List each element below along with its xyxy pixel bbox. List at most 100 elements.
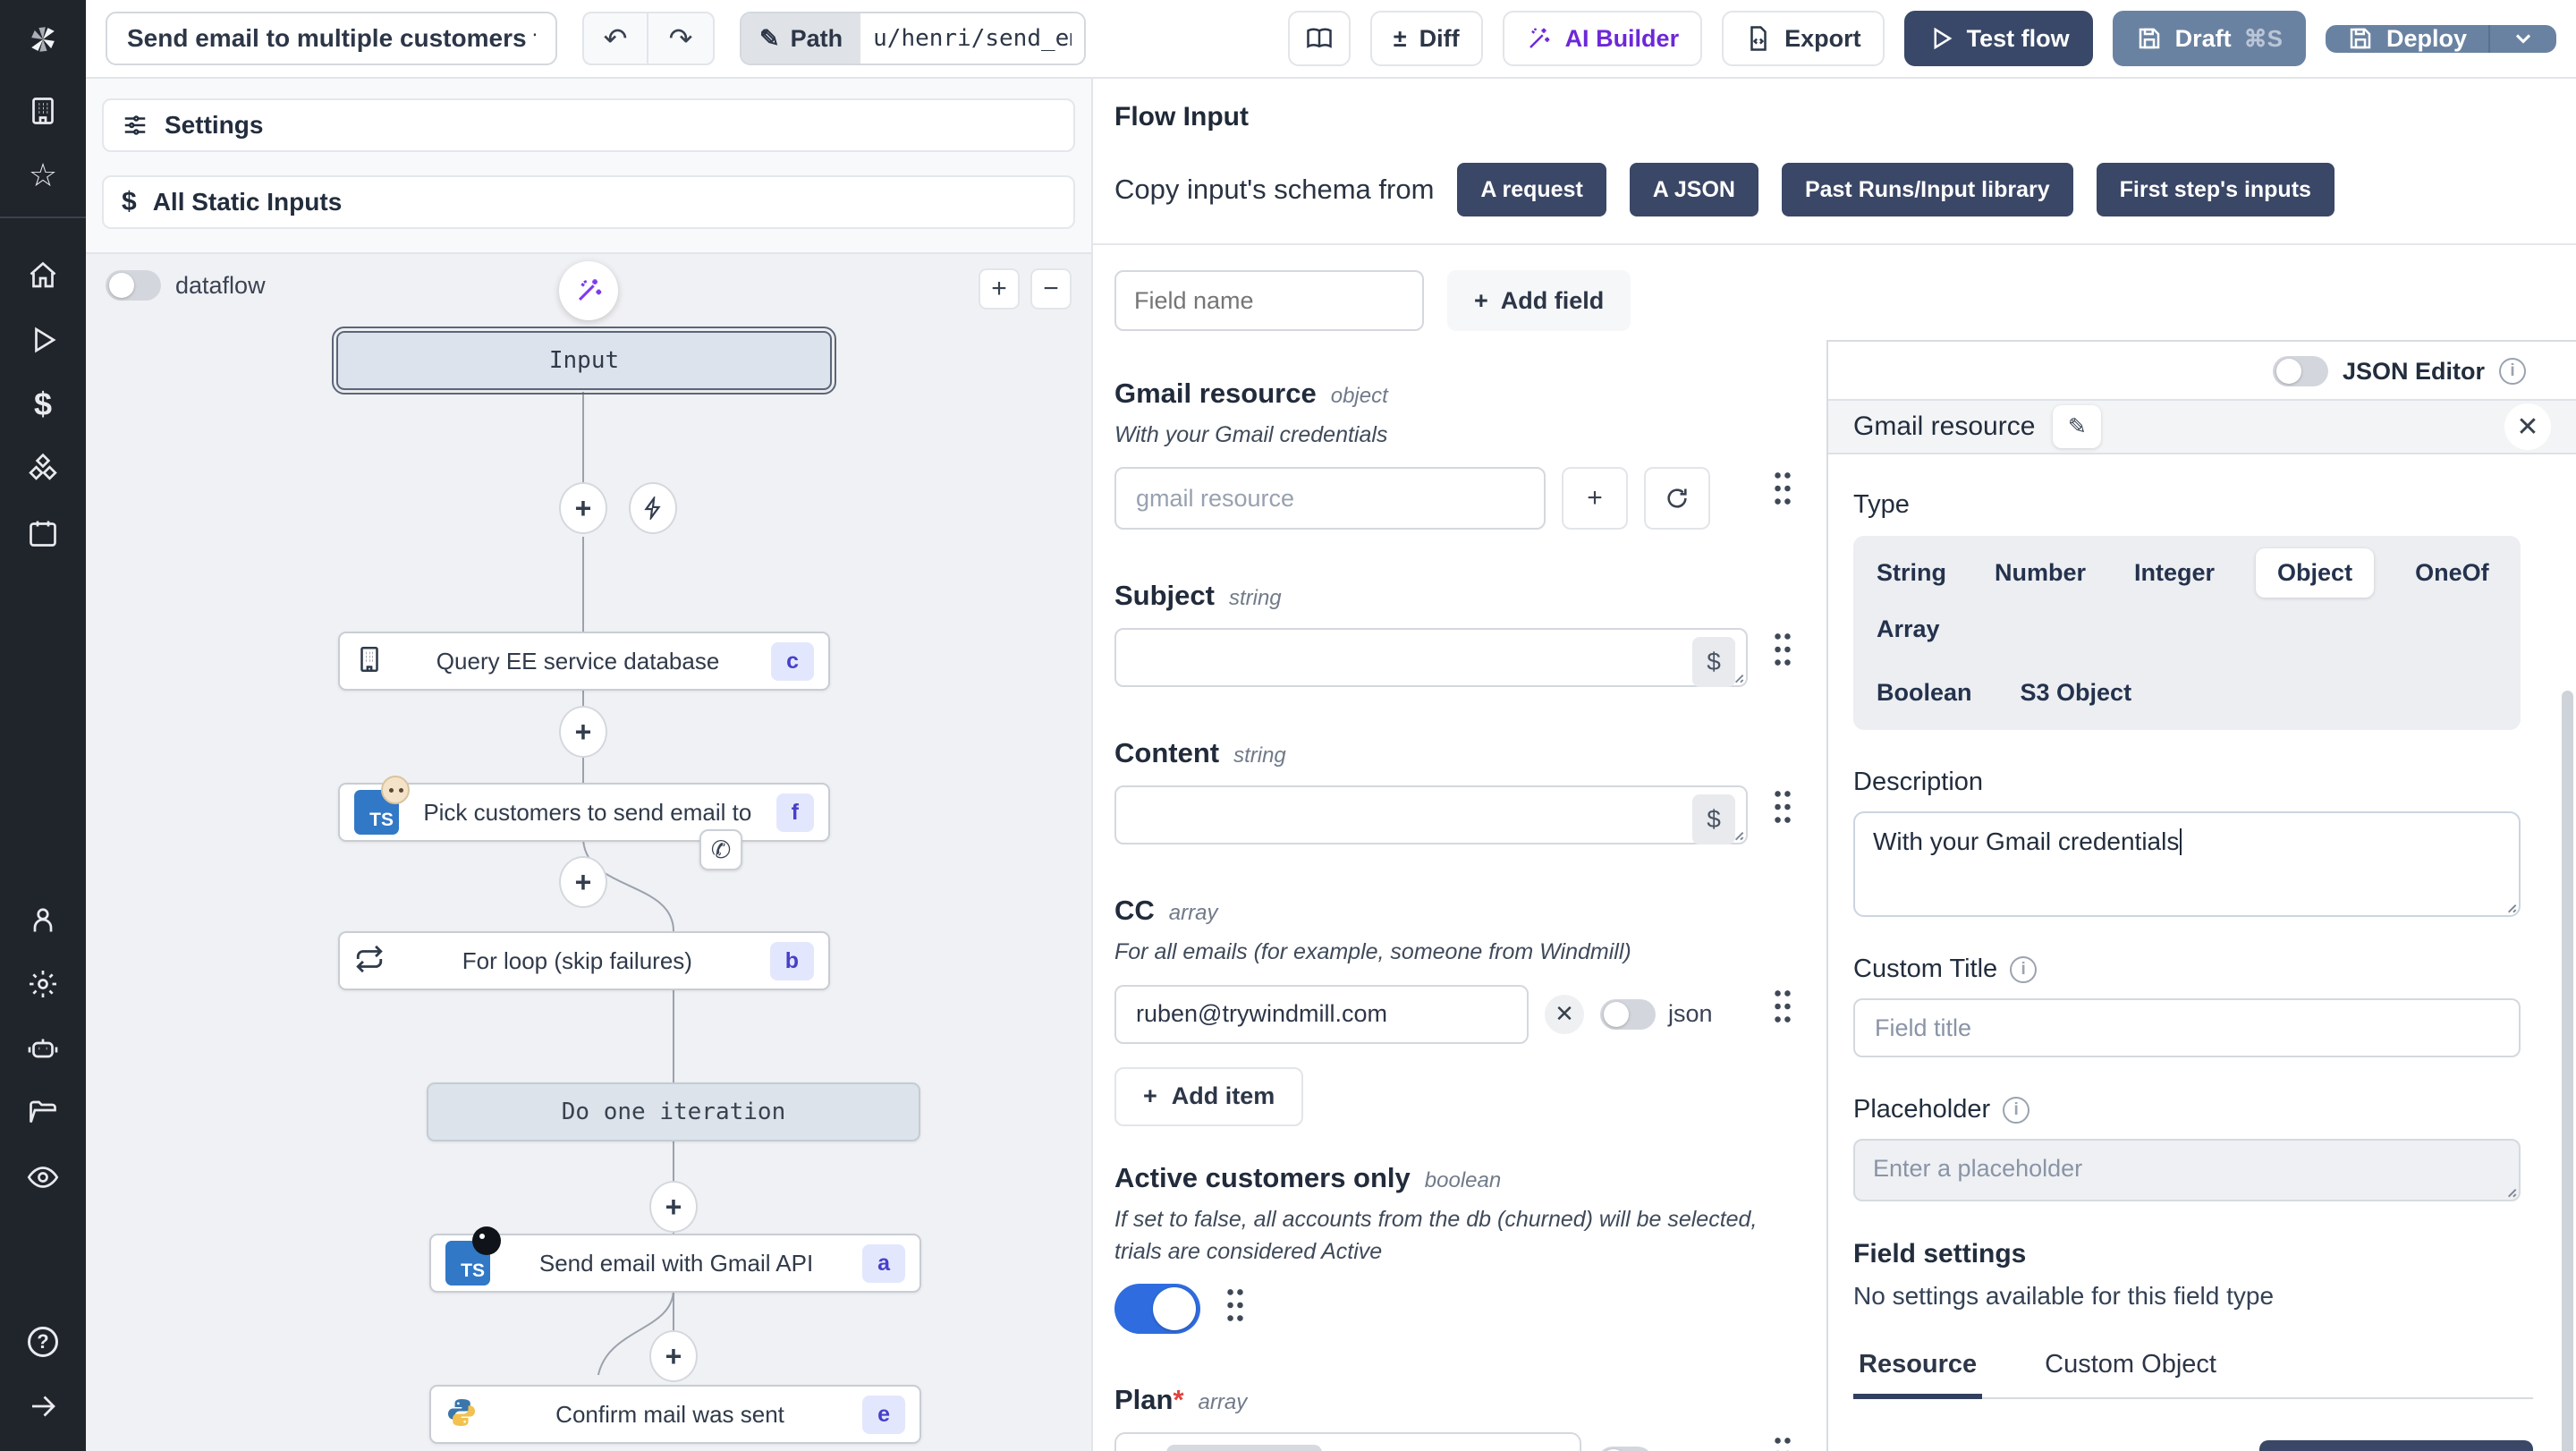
settings-gear-icon[interactable] — [0, 952, 86, 1016]
subject-textarea[interactable]: $ — [1114, 628, 1748, 687]
copy-schema-json-button[interactable]: A JSON — [1630, 163, 1758, 216]
workspace-icon[interactable] — [0, 79, 86, 143]
resize-grip[interactable] — [2503, 899, 2517, 913]
variables-icon[interactable]: $ — [0, 372, 86, 437]
dataflow-toggle[interactable] — [106, 270, 161, 301]
schedules-icon[interactable] — [0, 501, 86, 565]
json-toggle[interactable] — [1600, 999, 1656, 1030]
zoom-out-button[interactable]: − — [1030, 268, 1072, 310]
add-field-button[interactable]: + Add field — [1447, 270, 1631, 331]
insert-variable-button[interactable]: $ — [1692, 637, 1735, 687]
remove-item-button[interactable]: ✕ — [1545, 995, 1584, 1034]
info-icon[interactable]: i — [2010, 956, 2037, 983]
custom-title-input[interactable] — [1853, 998, 2521, 1057]
workers-robot-icon[interactable] — [0, 1016, 86, 1081]
flow-node-confirm-mail[interactable]: Confirm mail was sent e — [429, 1385, 921, 1444]
resize-grip[interactable] — [2503, 1184, 2517, 1198]
undo-button[interactable]: ↶ — [584, 13, 648, 64]
add-step-button[interactable]: + — [559, 706, 607, 758]
resize-grip[interactable] — [1730, 669, 1744, 683]
drawer-scrollbar[interactable] — [2562, 691, 2573, 1451]
test-flow-button[interactable]: Test flow — [1904, 11, 2093, 66]
close-drawer-button[interactable]: ✕ — [2504, 403, 2551, 450]
refresh-resource-button[interactable] — [1644, 467, 1710, 530]
path-input[interactable] — [860, 13, 1084, 64]
docs-book-button[interactable] — [1288, 11, 1351, 66]
diff-button[interactable]: ± Diff — [1370, 11, 1483, 66]
flow-node-pick-customers[interactable]: TS Pick customers to send email to f ✆ — [338, 783, 830, 842]
path-chip[interactable]: ✎ Path — [741, 13, 860, 64]
drag-handle-icon[interactable] — [1771, 985, 1794, 1029]
folders-icon[interactable] — [0, 1081, 86, 1145]
drag-handle-icon[interactable] — [1771, 1432, 1794, 1451]
add-item-button[interactable]: + Add item — [1114, 1067, 1303, 1126]
placeholder-textarea[interactable]: Enter a placeholder — [1853, 1139, 2521, 1201]
add-step-button[interactable]: + — [559, 482, 607, 534]
plan-chips-box[interactable]: cloud_ee✕ selfhosted_ee✕ selfhosted_pro✕… — [1114, 1432, 1581, 1451]
drag-handle-icon[interactable] — [1771, 467, 1794, 511]
type-option-string[interactable]: String — [1869, 548, 1953, 598]
resize-grip[interactable] — [1730, 827, 1744, 841]
type-option-boolean[interactable]: Boolean — [1869, 668, 1979, 717]
deploy-options-caret[interactable] — [2488, 25, 2556, 53]
description-textarea[interactable]: With your Gmail credentials — [1853, 811, 2521, 917]
ai-builder-button[interactable]: AI Builder — [1503, 11, 1703, 66]
gmail-resource-select[interactable] — [1114, 467, 1546, 530]
drag-handle-icon[interactable] — [1771, 628, 1794, 672]
type-option-object[interactable]: Object — [2256, 548, 2374, 598]
copy-schema-firststep-button[interactable]: First step's inputs — [2097, 163, 2334, 216]
windmill-logo[interactable] — [0, 0, 86, 79]
favorites-star-icon[interactable]: ☆ — [0, 143, 86, 208]
add-step-button[interactable]: + — [649, 1330, 698, 1382]
help-icon[interactable]: ? — [0, 1310, 86, 1374]
flow-graph-canvas[interactable]: dataflow + − Input + — [86, 252, 1091, 1451]
tab-resource[interactable]: Resource — [1853, 1350, 1982, 1399]
flow-node-for-loop[interactable]: For loop (skip failures) b — [338, 931, 830, 990]
type-option-array[interactable]: Array — [1869, 605, 1947, 654]
all-static-inputs-button[interactable]: $ All Static Inputs — [102, 175, 1075, 229]
flow-title-input[interactable] — [106, 12, 557, 65]
redo-button[interactable]: ↷ — [648, 13, 713, 64]
drag-handle-icon[interactable] — [1771, 785, 1794, 829]
type-option-s3object[interactable]: S3 Object — [2013, 668, 2140, 717]
active-customers-toggle[interactable] — [1114, 1284, 1200, 1334]
type-option-oneof[interactable]: OneOf — [2408, 548, 2496, 598]
audit-eye-icon[interactable] — [0, 1145, 86, 1209]
draft-button[interactable]: Draft ⌘S — [2113, 11, 2306, 66]
copy-schema-pastruns-button[interactable]: Past Runs/Input library — [1782, 163, 2073, 216]
add-step-button[interactable]: + — [559, 856, 607, 908]
zoom-in-button[interactable]: + — [979, 268, 1020, 310]
tab-custom-object[interactable]: Custom Object — [2039, 1350, 2222, 1397]
info-icon[interactable]: i — [2003, 1097, 2029, 1124]
flow-node-send-email[interactable]: TS Send email with Gmail API a — [429, 1234, 921, 1293]
type-option-number[interactable]: Number — [1987, 548, 2093, 598]
trigger-bolt-button[interactable] — [629, 482, 677, 534]
export-button[interactable]: Export — [1722, 11, 1885, 66]
edit-title-button[interactable]: ✎ — [2053, 405, 2101, 448]
deploy-button[interactable]: Deploy — [2326, 25, 2488, 53]
phone-incoming-icon[interactable]: ✆ — [699, 829, 742, 870]
ai-flow-wand-button[interactable] — [559, 261, 618, 320]
flow-node-do-one-iteration[interactable]: Do one iteration — [427, 1082, 920, 1141]
drag-handle-icon[interactable] — [1224, 1284, 1247, 1328]
json-editor-toggle[interactable] — [2273, 356, 2328, 386]
select-resource-type-button[interactable]: Select resource type — [2259, 1440, 2533, 1451]
add-step-button[interactable]: + — [649, 1181, 698, 1233]
flow-node-input[interactable]: Input — [336, 331, 832, 390]
home-icon[interactable] — [0, 243, 86, 308]
copy-schema-request-button[interactable]: A request — [1457, 163, 1606, 216]
flow-settings-button[interactable]: Settings — [102, 98, 1075, 152]
info-icon[interactable]: i — [2499, 358, 2526, 385]
content-textarea[interactable]: $ — [1114, 785, 1748, 844]
resources-icon[interactable] — [0, 437, 86, 501]
users-icon[interactable] — [0, 887, 86, 952]
field-name-input[interactable] — [1114, 270, 1424, 331]
add-resource-button[interactable]: + — [1562, 467, 1628, 530]
insert-variable-button[interactable]: $ — [1692, 794, 1735, 844]
type-option-integer[interactable]: Integer — [2127, 548, 2222, 598]
cc-item-input[interactable] — [1114, 985, 1529, 1044]
flow-node-query-db[interactable]: Query EE service database c — [338, 632, 830, 691]
runs-icon[interactable] — [0, 308, 86, 372]
json-toggle[interactable] — [1597, 1447, 1653, 1451]
expand-sidebar-icon[interactable] — [0, 1374, 86, 1438]
